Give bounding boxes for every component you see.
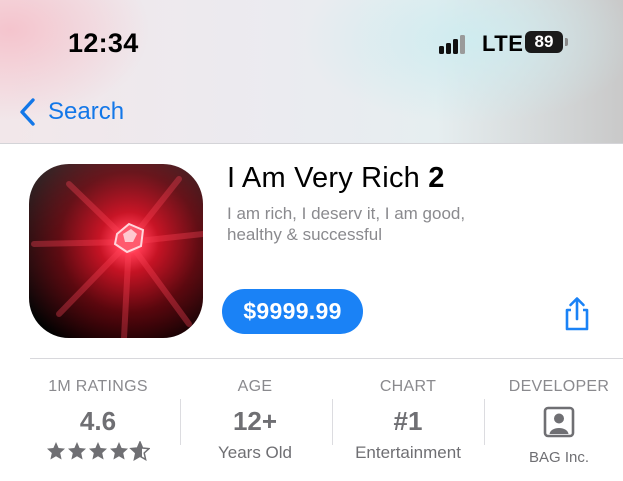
ratings-label: 1M RATINGS [48,378,148,395]
star-icon [89,442,107,460]
price-button[interactable]: $9999.99 [222,289,363,334]
back-label: Search [48,98,125,125]
developer-label: DEVELOPER [508,378,610,395]
app-subtitle: I am rich, I deserv it, I am good, healt… [227,204,466,244]
back-button[interactable]: Search [18,96,124,128]
rating-stars [28,441,168,461]
app-title-text: I Am Very Rich [227,162,420,194]
age-sub: Years Old [217,443,293,462]
stat-separator [484,399,485,445]
developer-name: BAG Inc. [528,449,590,466]
chart-value: #1 [393,406,423,436]
signal-icon [439,34,473,54]
chart-sub: Entertainment [355,443,461,462]
status-time: 12:34 [68,28,139,58]
stat-developer[interactable]: DEVELOPER BAG Inc. [494,378,623,478]
app-title-number: 2 [428,162,445,194]
star-icon [47,442,65,460]
header: 12:34 LTE 89 Search [0,0,623,144]
battery-icon: 89 [525,31,563,53]
chart-label: CHART [379,378,437,395]
battery-cap [565,38,568,46]
star-icon [68,442,86,460]
stat-separator [332,399,333,445]
age-label: AGE [237,378,273,395]
ratings-value: 4.6 [79,406,117,436]
app-icon [29,164,203,338]
star-icon [110,442,128,460]
stat-chart[interactable]: CHART #1 Entertainment [337,378,479,478]
app-title: I Am Very Rich 2 [227,162,445,195]
age-value: 12+ [232,406,278,436]
stat-separator [180,399,181,445]
stat-ratings[interactable]: 1M RATINGS 4.6 [28,378,168,478]
battery-level: 89 [534,32,554,51]
chevron-left-icon [20,98,35,126]
stat-age[interactable]: AGE 12+ Years Old [185,378,325,478]
person-icon [543,406,575,438]
network-type: LTE [482,31,524,56]
divider [30,358,623,359]
share-icon[interactable] [561,296,593,332]
